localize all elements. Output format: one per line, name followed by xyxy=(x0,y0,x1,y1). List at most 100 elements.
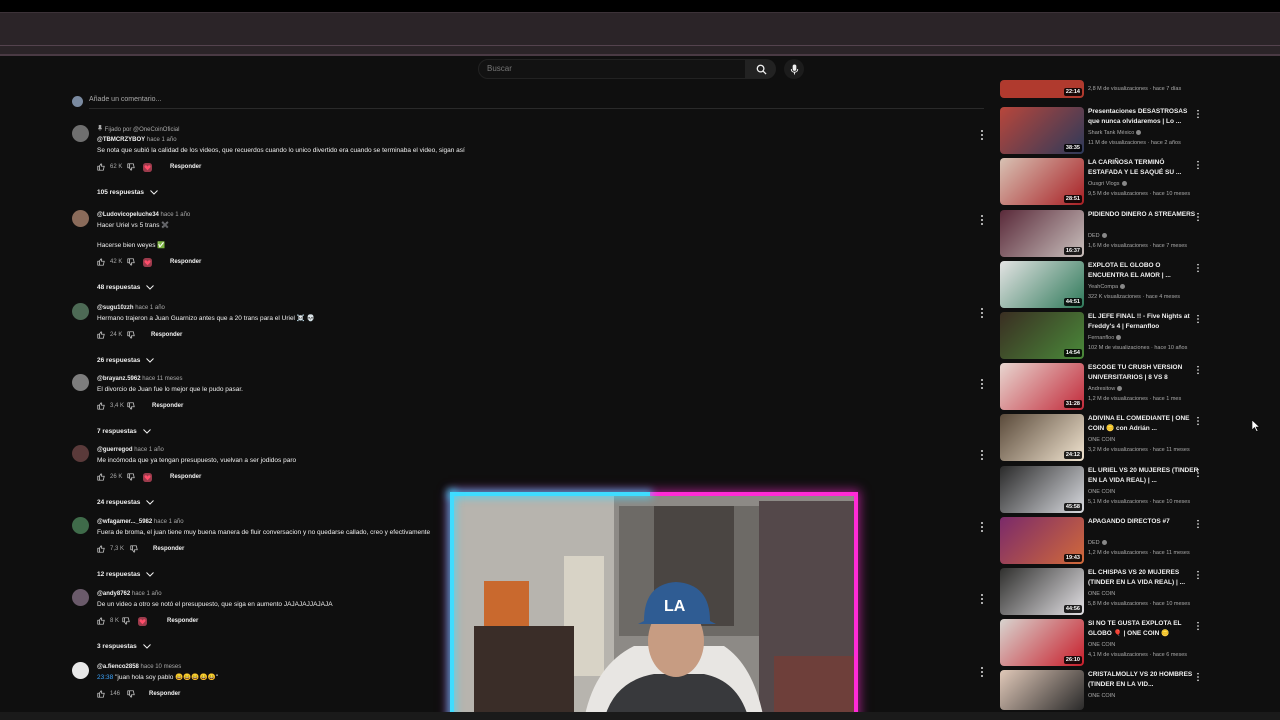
channel-name[interactable]: ONE COIN xyxy=(1088,489,1115,495)
video-card[interactable]: 24:12 ADIVINA EL COMEDIANTE | ONE COIN 🪙… xyxy=(1000,414,1210,462)
video-thumbnail[interactable]: 44:51 xyxy=(1000,261,1084,308)
channel-name[interactable]: ONE COIN xyxy=(1088,591,1115,597)
comment-author[interactable]: @Ludovicopeluche34 xyxy=(97,212,159,218)
more-options-icon[interactable] xyxy=(1196,314,1200,324)
more-options-icon[interactable] xyxy=(1196,109,1200,119)
channel-name[interactable]: ONE COIN xyxy=(1088,437,1115,443)
search-input[interactable]: Buscar xyxy=(478,59,746,79)
video-title[interactable]: EXPLOTA EL GLOBO O ENCUENTRA EL AMOR | .… xyxy=(1088,261,1200,281)
video-title[interactable]: EL CHISPAS VS 20 MUJERES (TINDER EN LA V… xyxy=(1088,568,1200,588)
comment-author[interactable]: @sugu10zzh xyxy=(97,305,134,311)
channel-name[interactable]: DED xyxy=(1088,233,1100,239)
video-card[interactable]: 26:10 SI NO TE GUSTA EXPLOTA EL GLOBO 🎈 … xyxy=(1000,619,1210,667)
comment-author[interactable]: @brayanz.5962 xyxy=(97,376,141,382)
reply-button[interactable]: Responder xyxy=(170,474,201,480)
video-thumbnail[interactable]: 28:51 xyxy=(1000,158,1084,205)
video-thumbnail[interactable]: 26:10 xyxy=(1000,619,1084,666)
video-thumbnail[interactable] xyxy=(1000,670,1084,710)
channel-name[interactable]: Fernanfloo xyxy=(1088,335,1114,341)
more-options-icon[interactable] xyxy=(1196,160,1200,170)
video-title[interactable]: CRISTALMOLLY VS 20 HOMBRES (TINDER EN LA… xyxy=(1088,670,1200,690)
video-thumbnail[interactable]: 45:58 xyxy=(1000,466,1084,513)
dislike-icon[interactable] xyxy=(127,402,135,410)
avatar[interactable] xyxy=(72,662,89,679)
avatar[interactable] xyxy=(72,210,89,227)
video-title[interactable]: EL JEFE FINAL !! - Five Nights at Freddy… xyxy=(1088,312,1200,332)
replies-toggle[interactable]: 7 respuestas xyxy=(97,422,967,440)
comment-author[interactable]: @a.fienco2858 xyxy=(97,664,139,670)
reply-button[interactable]: Responder xyxy=(152,403,183,409)
reply-button[interactable]: Responder xyxy=(170,259,201,265)
more-options-icon[interactable] xyxy=(1196,621,1200,631)
video-card[interactable]: 44:56 EL CHISPAS VS 20 MUJERES (TINDER E… xyxy=(1000,568,1210,616)
comment-time[interactable]: hace 1 año xyxy=(132,591,162,597)
dislike-icon[interactable] xyxy=(127,258,135,266)
comment-time[interactable]: hace 11 meses xyxy=(142,376,182,382)
replies-toggle[interactable]: 105 respuestas xyxy=(97,183,967,201)
more-options-icon[interactable] xyxy=(979,307,985,319)
avatar[interactable] xyxy=(72,589,89,606)
reply-button[interactable]: Responder xyxy=(170,164,201,170)
more-options-icon[interactable] xyxy=(979,521,985,533)
video-title[interactable]: ESCOGE TU CRUSH VERSION UNIVERSITARIOS |… xyxy=(1088,363,1200,383)
comment-time[interactable]: hace 1 año xyxy=(161,212,191,218)
channel-name[interactable]: DED xyxy=(1088,540,1100,546)
like-icon[interactable] xyxy=(97,402,105,410)
video-card[interactable]: 44:51 EXPLOTA EL GLOBO O ENCUENTRA EL AM… xyxy=(1000,261,1210,309)
video-title[interactable]: LA CARIÑOSA TERMINÓ ESTAFADA Y LE SAQUÉ … xyxy=(1088,158,1200,178)
channel-name[interactable]: Ousgri Vlogs xyxy=(1088,181,1120,187)
replies-toggle[interactable]: 26 respuestas xyxy=(97,351,967,369)
dislike-icon[interactable] xyxy=(127,473,135,481)
more-options-icon[interactable] xyxy=(1196,519,1200,529)
voice-search-button[interactable] xyxy=(784,59,804,79)
search-button[interactable] xyxy=(746,59,776,79)
dislike-icon[interactable] xyxy=(130,545,138,553)
more-options-icon[interactable] xyxy=(979,666,985,678)
channel-name[interactable]: YeahCompa xyxy=(1088,284,1118,290)
video-card[interactable]: 28:51 LA CARIÑOSA TERMINÓ ESTAFADA Y LE … xyxy=(1000,158,1210,206)
video-thumbnail[interactable]: 19:43 xyxy=(1000,517,1084,564)
video-card[interactable]: 19:43 APAGANDO DIRECTOS #7 DED 1,2 M de … xyxy=(1000,517,1210,565)
more-options-icon[interactable] xyxy=(1196,365,1200,375)
dislike-icon[interactable] xyxy=(127,690,135,698)
reply-button[interactable]: Responder xyxy=(149,691,180,697)
video-thumbnail[interactable]: 24:12 xyxy=(1000,414,1084,461)
video-thumbnail[interactable]: 22:14 xyxy=(1000,80,1084,98)
channel-name[interactable]: ONE COIN xyxy=(1088,642,1115,648)
video-thumbnail[interactable]: 44:56 xyxy=(1000,568,1084,615)
video-title[interactable]: APAGANDO DIRECTOS #7 xyxy=(1088,517,1200,537)
avatar[interactable] xyxy=(72,303,89,320)
avatar[interactable] xyxy=(72,445,89,462)
more-options-icon[interactable] xyxy=(1196,672,1200,682)
more-options-icon[interactable] xyxy=(1196,416,1200,426)
video-thumbnail[interactable]: 16:37 xyxy=(1000,210,1084,257)
add-comment-input[interactable]: Añade un comentario... xyxy=(89,96,161,103)
more-options-icon[interactable] xyxy=(1196,468,1200,478)
more-options-icon[interactable] xyxy=(979,378,985,390)
dislike-icon[interactable] xyxy=(122,617,130,625)
like-icon[interactable] xyxy=(97,163,105,171)
like-icon[interactable] xyxy=(97,258,105,266)
avatar[interactable] xyxy=(72,517,89,534)
like-icon[interactable] xyxy=(97,473,105,481)
video-title[interactable]: ADIVINA EL COMEDIANTE | ONE COIN 🪙 con A… xyxy=(1088,414,1200,434)
comment-time[interactable]: hace 1 año xyxy=(135,305,165,311)
timestamp-link[interactable]: 23:38 xyxy=(97,674,113,681)
video-title[interactable]: SI NO TE GUSTA EXPLOTA EL GLOBO 🎈 | ONE … xyxy=(1088,619,1200,639)
replies-toggle[interactable]: 48 respuestas xyxy=(97,278,967,296)
video-card[interactable]: 16:37 PIDIENDO DINERO A STREAMERS DED 1,… xyxy=(1000,210,1210,258)
like-icon[interactable] xyxy=(97,690,105,698)
like-icon[interactable] xyxy=(97,617,105,625)
video-card[interactable]: 38:35 Presentaciones DESASTROSAS que nun… xyxy=(1000,107,1210,155)
more-options-icon[interactable] xyxy=(979,449,985,461)
comment-author[interactable]: @andy8762 xyxy=(97,591,130,597)
video-card[interactable]: CRISTALMOLLY VS 20 HOMBRES (TINDER EN LA… xyxy=(1000,670,1210,710)
reply-button[interactable]: Responder xyxy=(151,332,182,338)
dislike-icon[interactable] xyxy=(127,163,135,171)
channel-name[interactable]: Shark Tank México xyxy=(1088,130,1134,136)
comment-author[interactable]: @guerregod xyxy=(97,447,133,453)
comment-author[interactable]: @wfagamer..._5982 xyxy=(97,519,152,525)
more-options-icon[interactable] xyxy=(1196,263,1200,273)
video-card[interactable]: 31:28 ESCOGE TU CRUSH VERSION UNIVERSITA… xyxy=(1000,363,1210,411)
comment-time[interactable]: hace 1 año xyxy=(147,137,177,143)
